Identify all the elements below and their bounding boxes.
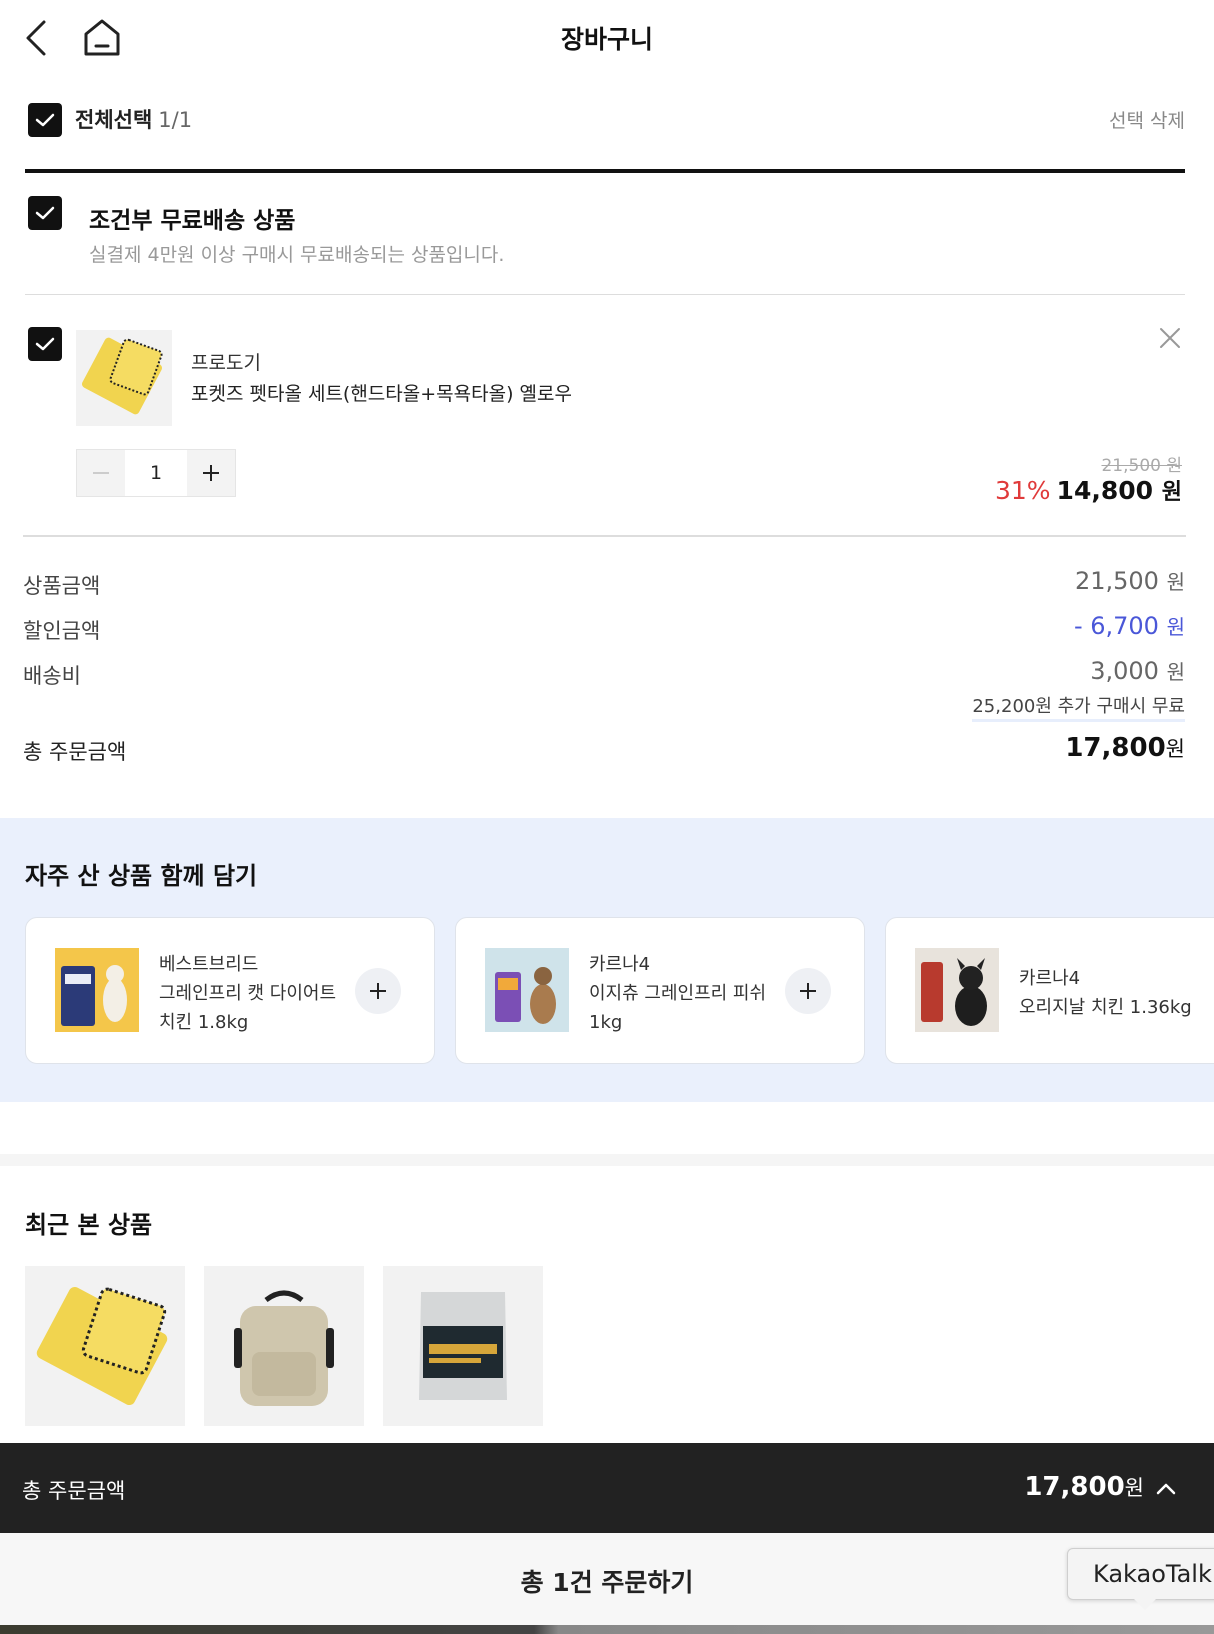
kakaotalk-tooltip[interactable]: KakaoTalk	[1067, 1548, 1214, 1600]
recommend-text: 베스트브리드 그레인프리 캣 다이어트 치킨 1.8kg	[159, 950, 339, 1037]
sale-currency: 원	[1161, 480, 1182, 505]
remove-item-button[interactable]	[1158, 326, 1182, 350]
sale-price-row: 31% 14,800 원	[995, 474, 1182, 506]
recent-item-towel[interactable]	[25, 1266, 185, 1426]
product-image	[55, 948, 139, 1032]
quantity-stepper: 1	[76, 449, 236, 497]
towel-image	[36, 1286, 168, 1406]
expand-toggle[interactable]	[1154, 1479, 1178, 1499]
header: 장바구니	[0, 0, 1214, 76]
recommend-card[interactable]: 베스트브리드 그레인프리 캣 다이어트 치킨 1.8kg	[25, 917, 435, 1064]
shipping-fee: 3,000 원	[1090, 656, 1185, 685]
total-bar-amount-value: 17,800	[1024, 1472, 1125, 1502]
check-icon	[35, 113, 55, 127]
divider	[25, 169, 1185, 173]
recommend-brand: 카르나4	[589, 954, 651, 975]
total-bar-label: 총 주문금액	[22, 1479, 126, 1503]
discount-amount: - 6,700 원	[1074, 611, 1185, 640]
frequently-bought-section: 자주 산 상품 함께 담기 베스트브리드 그레인프리 캣 다이어트 치킨 1.8…	[0, 818, 1214, 1102]
delete-selected-button[interactable]: 선택 삭제	[1109, 106, 1185, 133]
recommend-name: 그레인프리 캣 다이어트 치킨 1.8kg	[159, 983, 337, 1033]
divider	[23, 535, 1186, 537]
add-to-cart-button[interactable]	[355, 968, 401, 1014]
product-amount-label: 상품금액	[23, 574, 101, 598]
recommend-name: 이지츄 그레인프리 피쉬 1kg	[589, 983, 767, 1033]
select-all-text: 전체선택	[75, 108, 153, 132]
product-amount-value: 21,500	[1074, 567, 1159, 595]
shipping-fee-value: 3,000	[1090, 657, 1159, 685]
cat-food-image	[55, 948, 139, 1032]
recommend-card[interactable]: 카르나4 오리지날 치킨 1.36kg	[885, 917, 1214, 1064]
plus-icon	[203, 465, 219, 481]
section-divider	[0, 1154, 1214, 1166]
recommend-brand: 카르나4	[1019, 968, 1081, 989]
tooltip-tail	[1133, 1598, 1157, 1610]
dog-food-image	[915, 948, 999, 1032]
divider	[25, 294, 1185, 295]
discount-amount-label: 할인금액	[23, 619, 101, 643]
quantity-increase-button[interactable]	[187, 450, 235, 496]
select-all-checkbox[interactable]	[28, 103, 62, 137]
recently-viewed-title: 최근 본 상품	[25, 1211, 153, 1239]
recent-item-backpack[interactable]	[204, 1266, 364, 1426]
towel-image	[82, 337, 163, 415]
backpack-image	[234, 1290, 334, 1406]
bottom-strip	[0, 1625, 1214, 1634]
currency-label: 원	[1165, 737, 1185, 761]
discount-amount-value: - 6,700	[1073, 612, 1159, 640]
sale-price: 14,800	[1056, 476, 1154, 505]
total-amount-value: 17,800	[1065, 733, 1166, 763]
recommend-card[interactable]: 카르나4 이지츄 그레인프리 피쉬 1kg	[455, 917, 865, 1064]
check-icon	[35, 206, 55, 220]
select-all-count: 1/1	[158, 108, 193, 132]
recent-item-dog-food[interactable]	[383, 1266, 543, 1426]
currency-label: 원	[1166, 570, 1185, 594]
kakaotalk-label: KakaoTalk	[1093, 1560, 1212, 1588]
free-shipping-note: 25,200원 추가 구매시 무료	[972, 692, 1185, 722]
dog-food-image	[485, 948, 569, 1032]
check-icon	[35, 337, 55, 351]
order-button-label: 총 1건 주문하기	[520, 1568, 694, 1597]
product-image	[485, 948, 569, 1032]
total-bar-amount: 17,800원	[1024, 1472, 1144, 1502]
frequently-bought-title: 자주 산 상품 함께 담기	[25, 862, 258, 890]
product-image	[915, 948, 999, 1032]
select-all-label[interactable]: 전체선택 1/1	[75, 104, 192, 134]
page-title: 장바구니	[560, 25, 653, 54]
plus-icon	[370, 983, 386, 999]
plus-icon	[800, 983, 816, 999]
currency-label: 원	[1166, 660, 1185, 684]
original-price: 21,500 원	[1101, 456, 1182, 476]
quantity-value[interactable]: 1	[125, 462, 187, 484]
recommend-brand: 베스트브리드	[159, 954, 259, 975]
shipping-fee-label: 배송비	[23, 664, 81, 688]
total-bar[interactable]: 총 주문금액 17,800원	[0, 1443, 1214, 1533]
close-icon	[1160, 328, 1180, 348]
minus-icon	[93, 472, 109, 474]
group-checkbox[interactable]	[28, 196, 62, 230]
recommend-text: 카르나4 이지츄 그레인프리 피쉬 1kg	[589, 950, 769, 1037]
chevron-up-icon	[1156, 1483, 1176, 1495]
total-amount: 17,800원	[1065, 733, 1185, 763]
product-thumbnail[interactable]	[76, 330, 172, 426]
currency-label: 원	[1166, 615, 1185, 639]
discount-rate: 31%	[994, 476, 1051, 505]
product-amount: 21,500 원	[1075, 566, 1185, 595]
select-all-row: 전체선택 1/1 선택 삭제	[25, 98, 1185, 142]
add-to-cart-button[interactable]	[785, 968, 831, 1014]
recommend-name: 오리지날 치킨 1.36kg	[1019, 997, 1192, 1018]
item-checkbox[interactable]	[28, 327, 62, 361]
recommend-text: 카르나4 오리지날 치킨 1.36kg	[1019, 964, 1214, 1022]
total-bar-currency: 원	[1124, 1476, 1144, 1500]
shipping-group-title: 조건부 무료배송 상품	[89, 208, 296, 234]
quantity-decrease-button[interactable]	[77, 450, 125, 496]
product-brand: 프로도기	[191, 352, 261, 374]
total-amount-label: 총 주문금액	[23, 740, 127, 764]
product-name[interactable]: 포켓즈 펫타올 세트(핸드타올+목욕타올) 옐로우	[191, 379, 572, 406]
order-button[interactable]: 총 1건 주문하기	[0, 1533, 1214, 1625]
shipping-group-description: 실결제 4만원 이상 구매시 무료배송되는 상품입니다.	[89, 244, 505, 266]
dog-food-bag-image	[419, 1292, 507, 1400]
